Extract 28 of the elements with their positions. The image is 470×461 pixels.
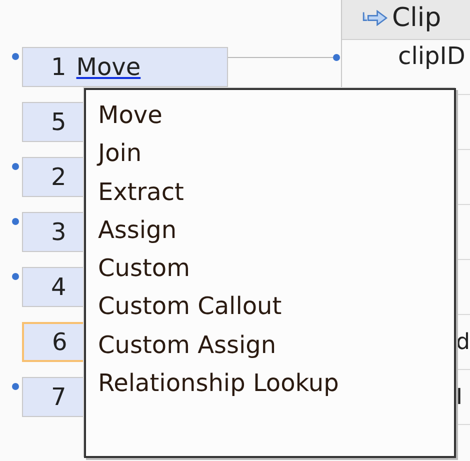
transform-box[interactable]: 1 Move: [22, 47, 228, 87]
menu-item[interactable]: Custom Callout: [98, 287, 442, 326]
connection-dot[interactable]: [12, 383, 19, 390]
menu-item[interactable]: Relationship Lookup: [98, 364, 442, 402]
connection-dot[interactable]: [12, 218, 19, 225]
menu-item[interactable]: Custom: [98, 249, 442, 288]
connection-dot[interactable]: [12, 163, 19, 170]
transform-number: 1: [51, 53, 66, 81]
transform-link[interactable]: Move: [76, 53, 141, 81]
menu-item[interactable]: Custom Assign: [98, 326, 442, 364]
field-name: clipID: [398, 42, 466, 70]
menu-item[interactable]: Move: [98, 96, 442, 134]
transform-number: 3: [51, 218, 66, 246]
connection-dot[interactable]: [333, 54, 340, 61]
panel-title: Clip: [392, 2, 442, 32]
menu-item[interactable]: Assign: [98, 210, 442, 250]
transform-number: 2: [51, 163, 66, 191]
menu-item[interactable]: Join: [98, 134, 442, 173]
transform-number: 5: [51, 108, 66, 136]
transform-number: 4: [51, 273, 66, 301]
arrow-icon: [362, 10, 388, 26]
connection-dot[interactable]: [12, 273, 19, 280]
transform-number: 7: [51, 383, 66, 411]
field-name: I: [456, 384, 462, 410]
connection-dot[interactable]: [12, 53, 19, 60]
menu-item[interactable]: Extract: [98, 172, 442, 211]
field-name: d: [456, 330, 470, 354]
transform-number: 6: [52, 328, 68, 356]
